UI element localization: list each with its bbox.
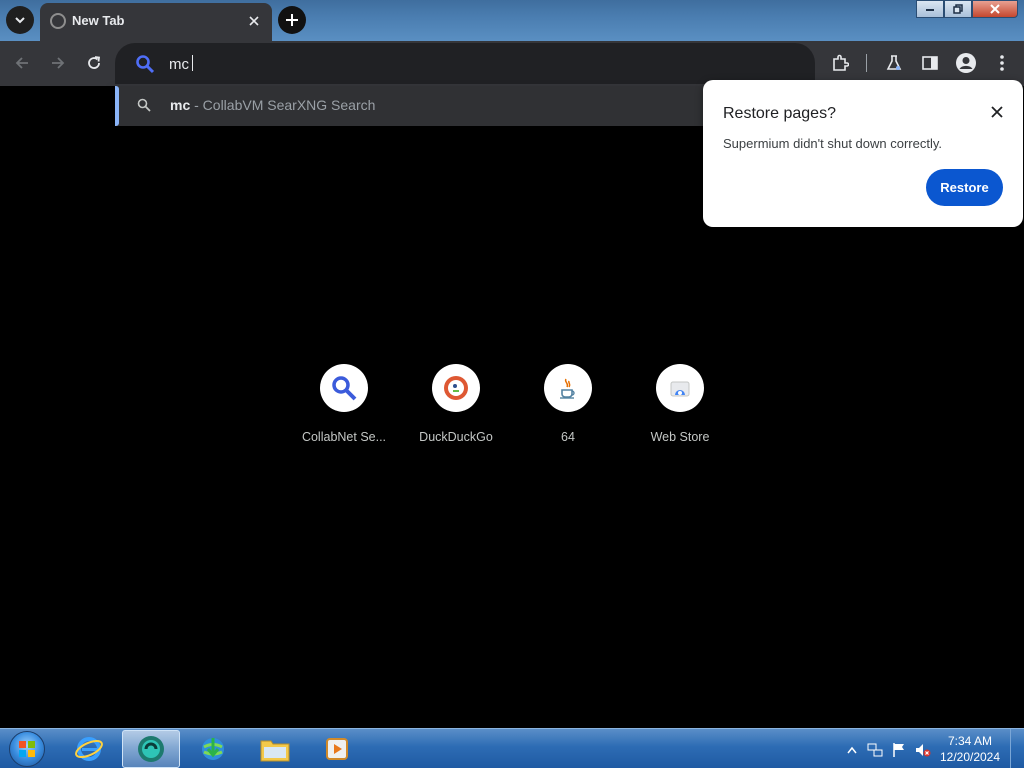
close-icon (249, 16, 259, 26)
network-icon (867, 743, 883, 757)
volume-tray-icon[interactable] (915, 742, 931, 758)
reload-button[interactable] (82, 51, 106, 75)
restore-window-icon (953, 4, 963, 14)
shortcut-label: 64 (561, 430, 575, 444)
text-caret (192, 55, 193, 71)
address-input[interactable]: mc (169, 55, 193, 73)
taskbar-globe-app[interactable] (184, 730, 242, 768)
clock-time: 7:34 AM (947, 734, 993, 748)
shortcut-label: Web Store (650, 430, 710, 444)
network-tray-icon[interactable] (867, 742, 883, 758)
suggestion-query: mc (170, 97, 191, 113)
taskbar-supermium[interactable] (122, 730, 180, 768)
reload-icon (88, 56, 101, 69)
shortcut-tile[interactable]: CollabNet Se... (288, 364, 400, 454)
windows-logo-icon (9, 731, 45, 767)
menu-button[interactable] (990, 51, 1014, 75)
search-icon (136, 55, 155, 74)
minimize-button[interactable] (916, 0, 944, 18)
shortcut-icon-circle (656, 364, 704, 412)
shortcut-icon-circle (432, 364, 480, 412)
search-icon (137, 98, 151, 112)
tab-close-button[interactable] (244, 11, 264, 31)
dialog-message: Supermium didn't shut down correctly. (723, 136, 943, 151)
close-icon (990, 4, 1000, 14)
internet-explorer-icon (75, 737, 103, 761)
shortcut-icon-circle (320, 364, 368, 412)
taskbar-media-player[interactable] (308, 730, 366, 768)
profile-button[interactable] (954, 51, 978, 75)
arrow-left-icon (15, 57, 28, 69)
shortcut-icon-circle (544, 364, 592, 412)
toolbar-divider (866, 54, 867, 72)
taskbar-clock[interactable]: 7:34 AM 12/20/2024 (938, 733, 1002, 765)
flask-icon (886, 55, 902, 70)
browser-titlebar: New Tab (0, 0, 1024, 41)
volume-muted-icon (916, 744, 931, 757)
tab-title: New Tab (72, 13, 125, 28)
arrow-right-icon (52, 57, 65, 69)
taskbar-file-explorer[interactable] (246, 730, 304, 768)
suggestion-source: - CollabVM SearXNG Search (190, 97, 376, 113)
side-panel-button[interactable] (918, 51, 942, 75)
labs-button[interactable] (882, 51, 906, 75)
java-icon (560, 378, 575, 399)
search-magnifier-icon (332, 376, 357, 401)
web-store-icon (670, 381, 690, 397)
back-button[interactable] (10, 51, 34, 75)
shortcut-tile[interactable]: DuckDuckGo (400, 364, 512, 454)
extensions-button[interactable] (828, 51, 852, 75)
new-tab-button[interactable] (278, 6, 306, 34)
clock-date: 12/20/2024 (939, 750, 1001, 764)
start-button[interactable] (4, 730, 50, 768)
supermium-icon (138, 736, 164, 762)
media-player-icon (326, 738, 348, 760)
shortcut-tile[interactable]: Web Store (624, 364, 736, 454)
minimize-icon (926, 9, 934, 11)
side-panel-icon (922, 56, 938, 70)
windows-taskbar: 7:34 AM 12/20/2024 (0, 728, 1024, 768)
globe-download-icon (202, 738, 224, 760)
close-icon (991, 106, 1003, 118)
folder-icon (260, 740, 290, 762)
taskbar-internet-explorer[interactable] (60, 730, 118, 768)
chevron-up-icon (847, 746, 857, 754)
dialog-close-button[interactable] (987, 102, 1007, 122)
plus-icon (286, 14, 298, 26)
tab-search-button[interactable] (6, 6, 34, 34)
restore-button[interactable]: Restore (926, 169, 1003, 206)
dialog-title: Restore pages? (723, 105, 836, 122)
address-bar[interactable]: mc (115, 43, 815, 84)
duckduckgo-icon (444, 376, 468, 400)
forward-button[interactable] (46, 51, 70, 75)
shortcut-label: CollabNet Se... (301, 430, 387, 444)
chevron-down-icon (15, 17, 25, 24)
kebab-menu-icon (1000, 55, 1004, 71)
shortcut-tile[interactable]: 64 (512, 364, 624, 454)
tab-new-tab[interactable]: New Tab (40, 3, 272, 41)
puzzle-icon (833, 54, 849, 71)
show-hidden-icons-button[interactable] (844, 742, 860, 758)
restore-pages-dialog: Restore pages? Supermium didn't shut dow… (703, 80, 1023, 227)
restore-down-button[interactable] (944, 0, 972, 18)
shortcut-label: DuckDuckGo (419, 430, 493, 444)
globe-icon (50, 13, 66, 29)
action-center-tray-icon[interactable] (891, 742, 907, 758)
suggestion-text: mc - CollabVM SearXNG Search (170, 97, 375, 113)
close-window-button[interactable] (972, 0, 1018, 18)
suggestion-highlight-bar (115, 86, 119, 126)
show-desktop-button[interactable] (1010, 729, 1024, 768)
flag-icon (893, 743, 904, 757)
avatar-icon (956, 53, 976, 73)
window-controls (916, 0, 1018, 18)
desktop-screen: New Tab mc mc - CollabVM SearXNG Search … (0, 0, 1024, 768)
